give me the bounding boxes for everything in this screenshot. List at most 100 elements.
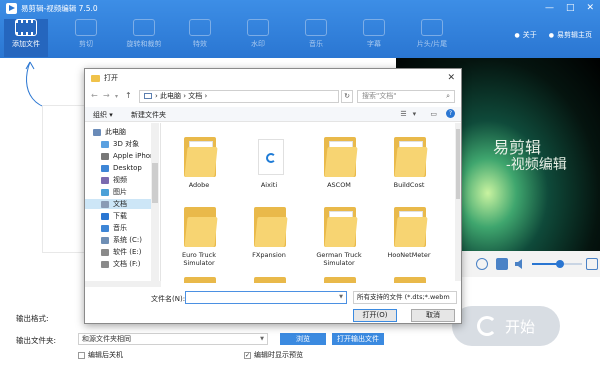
tool-effects[interactable]: 特效 — [178, 19, 222, 57]
checkbox-box[interactable] — [78, 351, 85, 359]
nav-label: Desktop — [113, 164, 142, 172]
folder-item-aixiti[interactable]: Aixiti — [239, 129, 299, 199]
tool-add-file[interactable]: 添加文件 — [4, 19, 48, 57]
refresh-icon[interactable]: ↻ — [341, 90, 353, 103]
open-output-folder-button[interactable]: 打开输出文件 — [332, 333, 384, 345]
nav-item-drive-f[interactable]: 文档 (F:) — [101, 259, 141, 269]
nav-label: 文档 (F:) — [113, 260, 141, 268]
checkbox-box[interactable]: ✓ — [244, 351, 251, 359]
nav-item-drive-c[interactable]: 系统 (C:) — [101, 235, 142, 245]
folder-name: Euro Truck Simulator — [182, 251, 216, 267]
new-folder-button[interactable]: 新建文件夹 — [131, 110, 166, 120]
nav-horizontal-scrollbar[interactable] — [85, 281, 161, 287]
dialog-close-button[interactable]: ✕ — [447, 73, 455, 83]
show-preview-checkbox[interactable]: ✓ 编辑时显示预览 — [244, 350, 303, 360]
nav-label: 3D 对象 — [113, 140, 140, 148]
folder-item-partial[interactable] — [169, 269, 229, 283]
up-icon[interactable]: ↑ — [125, 91, 132, 100]
intro-outro-icon — [421, 19, 443, 36]
folder-item-partial[interactable] — [379, 269, 439, 283]
open-button[interactable]: 打开(O) — [353, 309, 397, 322]
nav-item-documents[interactable]: 文档 — [85, 199, 157, 209]
cancel-button[interactable]: 取消 — [411, 309, 455, 322]
film-icon — [15, 19, 37, 36]
title-bar: 易剪辑-视频编辑 7.5.0 — [6, 3, 98, 14]
nav-item-3d-objects[interactable]: 3D 对象 — [101, 139, 139, 149]
address-row: ← → ▾ ↑ › 此电脑 › 文档 › ↻ 搜索"文档" — [85, 87, 461, 105]
folder-item-ascom[interactable]: ASCOM — [309, 129, 369, 199]
scroll-thumb[interactable] — [456, 129, 460, 199]
nav-scrollbar[interactable] — [151, 123, 159, 281]
tool-rotate-crop[interactable]: 旋转和裁剪 — [122, 19, 166, 57]
fullscreen-icon[interactable] — [586, 258, 598, 270]
tool-intro-outro[interactable]: 片头/片尾 — [410, 19, 454, 57]
search-input[interactable]: 搜索"文档" — [357, 90, 455, 103]
forward-icon[interactable]: → — [103, 91, 110, 100]
folder-icon — [394, 207, 428, 247]
nav-item-drive-e[interactable]: 软件 (E:) — [101, 247, 141, 257]
output-folder-select[interactable]: 和源文件夹相同 — [78, 333, 268, 345]
view-options-icon[interactable]: ☰▾ ▭ — [400, 110, 443, 118]
history-dropdown-icon[interactable]: ▾ — [115, 93, 118, 100]
nav-item-downloads[interactable]: 下载 — [101, 211, 127, 221]
volume-icon[interactable] — [514, 258, 526, 270]
folder-icon — [324, 277, 356, 283]
nav-item-pictures[interactable]: 图片 — [101, 187, 127, 197]
close-button[interactable]: ✕ — [586, 3, 594, 13]
volume-knob[interactable] — [555, 260, 564, 268]
snapshot-icon[interactable] — [476, 258, 488, 270]
breadcrumb-documents[interactable]: 文档 — [188, 92, 202, 100]
folder-item-fxpansion[interactable]: FXpansion — [239, 199, 299, 269]
folder-item-euro-truck[interactable]: Euro Truck Simulator — [169, 199, 229, 269]
music-icon — [101, 224, 109, 232]
file-grid: Adobe Aixiti ASCOM BuildCost Euro Truck … — [163, 123, 453, 283]
homepage-link[interactable]: 易剪辑主页 — [549, 30, 592, 40]
music-icon — [305, 19, 327, 36]
address-bar[interactable]: › 此电脑 › 文档 › — [139, 90, 339, 103]
folder-item-partial[interactable] — [239, 269, 299, 283]
shutdown-checkbox[interactable]: 编辑后关机 — [78, 350, 123, 360]
tool-music[interactable]: 音乐 — [294, 19, 338, 57]
start-button[interactable]: 开始 — [452, 306, 560, 346]
folder-item-hoonetmeter[interactable]: HooNetMeter — [379, 199, 439, 269]
nav-label: 此电脑 — [105, 128, 126, 136]
tool-label: 特效 — [193, 40, 207, 48]
folder-item-buildcost[interactable]: BuildCost — [379, 129, 439, 199]
folder-icon — [91, 74, 100, 82]
effects-icon — [189, 19, 211, 36]
folder-icon[interactable] — [496, 258, 508, 270]
rotate-icon — [133, 19, 155, 36]
nav-item-desktop[interactable]: Desktop — [101, 163, 142, 173]
back-icon[interactable]: ← — [91, 91, 98, 100]
breadcrumb-pc[interactable]: 此电脑 — [160, 92, 181, 100]
about-link[interactable]: 关于 — [515, 30, 537, 40]
file-scrollbar[interactable] — [455, 123, 461, 281]
header-links: 关于 易剪辑主页 — [515, 30, 592, 40]
help-icon[interactable]: ? — [446, 109, 455, 118]
tool-subtitle[interactable]: 字幕 — [352, 19, 396, 57]
folder-icon — [254, 277, 286, 283]
folder-item-partial[interactable] — [309, 269, 369, 283]
nav-item-music[interactable]: 音乐 — [101, 223, 127, 233]
folder-icon — [324, 137, 358, 177]
filename-input[interactable] — [185, 291, 347, 304]
minimize-button[interactable]: — — [545, 3, 554, 13]
folder-item-german-truck[interactable]: German Truck Simulator — [309, 199, 369, 269]
tool-label: 片头/片尾 — [416, 40, 448, 48]
nav-item-pc[interactable]: 此电脑 — [93, 127, 126, 137]
folder-name: BuildCost — [393, 181, 425, 189]
tool-cut[interactable]: 剪切 — [64, 19, 108, 57]
maximize-button[interactable]: □ — [566, 3, 575, 13]
filename-label: 文件名(N): — [151, 295, 186, 303]
organize-button[interactable]: 组织 ▾ — [93, 110, 113, 120]
scroll-thumb[interactable] — [152, 163, 158, 203]
nav-item-videos[interactable]: 视频 — [101, 175, 127, 185]
volume-slider[interactable] — [532, 260, 582, 268]
command-bar: 组织 ▾ 新建文件夹 ☰▾ ▭ ? — [85, 107, 461, 122]
folder-name: FXpansion — [252, 251, 286, 259]
filetype-select[interactable]: 所有支持的文件 (*.dts;*.webm — [353, 291, 457, 304]
folder-item-adobe[interactable]: Adobe — [169, 129, 229, 199]
tool-watermark[interactable]: 水印 — [236, 19, 280, 57]
browse-button[interactable]: 浏览 — [280, 333, 326, 345]
drive-icon — [101, 236, 109, 244]
